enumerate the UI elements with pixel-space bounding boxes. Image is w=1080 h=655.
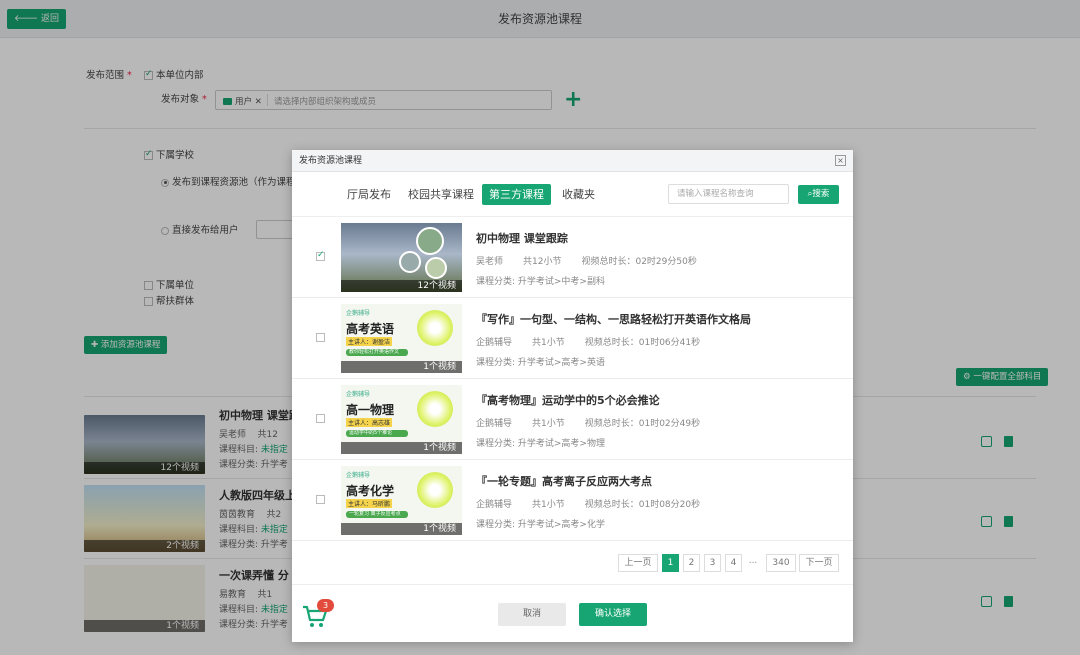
lemon-icon bbox=[417, 391, 453, 427]
cart-count-badge: 3 bbox=[317, 599, 334, 612]
tab-third-party[interactable]: 第三方课程 bbox=[482, 184, 551, 205]
course-checkbox[interactable] bbox=[316, 495, 325, 504]
course-checkbox[interactable] bbox=[316, 250, 325, 261]
course-meta: 企鹅辅导 共1小节 视频总时长：01时08分20秒 bbox=[476, 500, 701, 510]
card-tagline: 教你轻松打开英语作文 bbox=[346, 349, 408, 356]
lemon-icon bbox=[417, 472, 453, 508]
course-picker-modal: 发布资源池课程 × 厅局发布 校园共享课程 第三方课程 收藏夹 请输入课程名称查… bbox=[292, 150, 853, 642]
pagination: 上一页 1 2 3 4 ... 340 下一页 bbox=[292, 554, 853, 572]
card-heading: 高考化学 bbox=[346, 484, 395, 498]
course-title: 『写作』一句型、一结构、一思路轻松打开英语作文格局 bbox=[476, 313, 751, 326]
course-thumbnail: 12个视频 bbox=[341, 223, 462, 292]
card-logo: 企鹅辅导 bbox=[346, 472, 371, 479]
course-thumbnail: 企鹅辅导 高一物理 主讲人：高志雄 运动学中的5个推论 1个视频 bbox=[341, 385, 462, 454]
course-meta: 吴老师 共12小节 视频总时长：02时29分50秒 bbox=[476, 257, 697, 267]
card-lecturer: 主讲人：高志雄 bbox=[346, 418, 393, 427]
search-label: 搜索 bbox=[812, 189, 830, 199]
card-logo: 企鹅辅导 bbox=[346, 310, 371, 317]
page-3-button[interactable]: 3 bbox=[704, 554, 721, 572]
card-heading: 高一物理 bbox=[346, 403, 395, 417]
list-item[interactable]: 企鹅辅导 高一物理 主讲人：高志雄 运动学中的5个推论 1个视频 『高考物理』运… bbox=[292, 379, 853, 460]
page-4-button[interactable]: 4 bbox=[725, 554, 742, 572]
list-item[interactable]: 企鹅辅导 高考化学 主讲人：马昕鹏 一轮复习 离子反应考点 1个视频 『一轮专题… bbox=[292, 460, 853, 541]
course-title: 『高考物理』运动学中的5个必会推论 bbox=[476, 394, 660, 407]
video-count: 1个视频 bbox=[341, 523, 462, 535]
card-lecturer: 主讲人：谢盈洁 bbox=[346, 337, 393, 346]
modal-title: 发布资源池课程 bbox=[299, 156, 363, 166]
course-thumbnail: 企鹅辅导 高考化学 主讲人：马昕鹏 一轮复习 离子反应考点 1个视频 bbox=[341, 466, 462, 535]
video-count: 12个视频 bbox=[341, 280, 462, 292]
tab-favorites[interactable]: 收藏夹 bbox=[555, 184, 602, 205]
page-last-button[interactable]: 340 bbox=[766, 554, 796, 572]
page-2-button[interactable]: 2 bbox=[683, 554, 700, 572]
tab-campus-shared[interactable]: 校园共享课程 bbox=[401, 184, 481, 205]
course-thumbnail: 企鹅辅导 高考英语 主讲人：谢盈洁 教你轻松打开英语作文 1个视频 bbox=[341, 304, 462, 373]
course-meta: 企鹅辅导 共1小节 视频总时长：01时02分49秒 bbox=[476, 419, 701, 429]
card-logo: 企鹅辅导 bbox=[346, 391, 371, 398]
course-category: 课程分类: 升学考试>高考>物理 bbox=[476, 439, 605, 449]
card-lecturer: 主讲人：马昕鹏 bbox=[346, 499, 393, 508]
course-category: 课程分类: 升学考试>高考>英语 bbox=[476, 358, 605, 368]
cancel-button[interactable]: 取消 bbox=[498, 603, 566, 626]
card-tagline: 一轮复习 离子反应考点 bbox=[346, 511, 408, 518]
lemon-icon bbox=[417, 310, 453, 346]
prev-page-button[interactable]: 上一页 bbox=[618, 554, 658, 572]
course-list: 12个视频 初中物理 课堂跟踪 吴老师共12小节视频总时长：02时29分50秒 … bbox=[292, 217, 853, 541]
card-tagline: 运动学中的5个推论 bbox=[346, 430, 408, 437]
confirm-button[interactable]: 确认选择 bbox=[579, 603, 647, 626]
course-meta: 企鹅辅导 共1小节 视频总时长：01时06分41秒 bbox=[476, 338, 701, 348]
video-count: 1个视频 bbox=[341, 442, 462, 454]
card-heading: 高考英语 bbox=[346, 322, 395, 336]
course-category: 课程分类: 升学考试>中考>副科 bbox=[476, 277, 605, 287]
page-1-button[interactable]: 1 bbox=[662, 554, 679, 572]
course-title: 『一轮专题』高考离子反应两大考点 bbox=[476, 475, 652, 488]
tab-bureau[interactable]: 厅局发布 bbox=[340, 184, 398, 205]
course-category: 课程分类: 升学考试>高考>化学 bbox=[476, 520, 605, 530]
next-page-button[interactable]: 下一页 bbox=[799, 554, 839, 572]
page-ellipsis: ... bbox=[748, 556, 758, 566]
list-item[interactable]: 企鹅辅导 高考英语 主讲人：谢盈洁 教你轻松打开英语作文 1个视频 『写作』一句… bbox=[292, 298, 853, 379]
modal-header: 发布资源池课程 × bbox=[292, 150, 853, 172]
video-count: 1个视频 bbox=[341, 361, 462, 373]
close-icon[interactable]: × bbox=[835, 155, 846, 166]
course-checkbox[interactable] bbox=[316, 333, 325, 342]
course-title: 初中物理 课堂跟踪 bbox=[476, 232, 568, 245]
search-input[interactable]: 请输入课程名称查询 bbox=[668, 184, 789, 204]
list-item[interactable]: 12个视频 初中物理 课堂跟踪 吴老师共12小节视频总时长：02时29分50秒 … bbox=[292, 217, 853, 298]
search-button[interactable]: ⌕搜索 bbox=[798, 185, 839, 204]
course-checkbox[interactable] bbox=[316, 414, 325, 423]
